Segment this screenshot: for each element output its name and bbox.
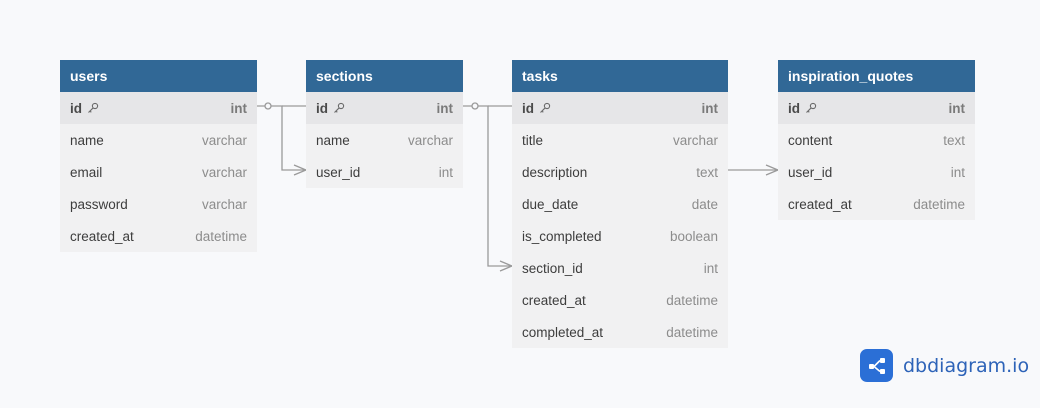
field-type: varchar	[672, 132, 718, 148]
field-name: user_id	[788, 164, 833, 180]
field-type: varchar	[201, 132, 247, 148]
field-type: int	[230, 100, 248, 116]
field-row-quotes-content[interactable]: content text	[778, 124, 975, 156]
brand-watermark[interactable]: dbdiagram.io	[860, 349, 1029, 382]
field-name: created_at	[788, 196, 852, 212]
field-name: content	[788, 132, 833, 148]
table-users[interactable]: users id int name varchar email varchar …	[60, 60, 257, 252]
field-name: id	[522, 100, 534, 116]
field-row-tasks-description[interactable]: description text	[512, 156, 728, 188]
field-type: int	[436, 100, 454, 116]
field-name: completed_at	[522, 324, 604, 340]
field-type: text	[943, 132, 965, 148]
table-header-sections[interactable]: sections	[306, 60, 463, 92]
field-name: title	[522, 132, 544, 148]
field-row-tasks-is-completed[interactable]: is_completed boolean	[512, 220, 728, 252]
field-row-tasks-due-date[interactable]: due_date date	[512, 188, 728, 220]
field-row-users-email[interactable]: email varchar	[60, 156, 257, 188]
table-sections[interactable]: sections id int name varchar user_id int	[306, 60, 463, 188]
field-name: name	[70, 132, 104, 148]
field-name: name	[316, 132, 350, 148]
field-name: section_id	[522, 260, 583, 276]
share-nodes-icon	[860, 349, 893, 382]
field-row-users-created-at[interactable]: created_at datetime	[60, 220, 257, 252]
field-name: id	[316, 100, 328, 116]
table-inspiration-quotes[interactable]: inspiration_quotes id int content text u…	[778, 60, 975, 220]
field-name: id	[70, 100, 82, 116]
field-row-tasks-completed-at[interactable]: completed_at datetime	[512, 316, 728, 348]
relation-sections-tasks	[463, 105, 512, 267]
field-row-sections-id[interactable]: id int	[306, 92, 463, 124]
field-name: created_at	[522, 292, 586, 308]
field-name: is_completed	[522, 228, 602, 244]
field-type: datetime	[666, 324, 718, 340]
field-type: date	[691, 196, 718, 212]
field-row-sections-user-id[interactable]: user_id int	[306, 156, 463, 188]
field-type: varchar	[407, 132, 453, 148]
key-icon	[539, 102, 551, 114]
field-type: int	[950, 164, 965, 180]
field-type: datetime	[666, 292, 718, 308]
table-header-users[interactable]: users	[60, 60, 257, 92]
field-name: id	[788, 100, 800, 116]
field-type: varchar	[201, 164, 247, 180]
table-header-tasks[interactable]: tasks	[512, 60, 728, 92]
field-row-users-name[interactable]: name varchar	[60, 124, 257, 156]
field-name: password	[70, 196, 128, 212]
brand-name: dbdiagram.io	[903, 354, 1030, 377]
field-type: varchar	[201, 196, 247, 212]
key-icon	[87, 102, 99, 114]
field-type: int	[948, 100, 966, 116]
field-row-quotes-id[interactable]: id int	[778, 92, 975, 124]
diagram-canvas[interactable]: users id int name varchar email varchar …	[0, 0, 1040, 408]
field-row-tasks-id[interactable]: id int	[512, 92, 728, 124]
table-tasks[interactable]: tasks id int title varchar description t…	[512, 60, 728, 348]
field-type: int	[438, 164, 453, 180]
field-row-sections-name[interactable]: name varchar	[306, 124, 463, 156]
field-row-tasks-section-id[interactable]: section_id int	[512, 252, 728, 284]
field-name: description	[522, 164, 588, 180]
field-name: due_date	[522, 196, 579, 212]
field-row-users-password[interactable]: password varchar	[60, 188, 257, 220]
field-type: datetime	[913, 196, 965, 212]
field-type: datetime	[195, 228, 247, 244]
table-header-inspiration-quotes[interactable]: inspiration_quotes	[778, 60, 975, 92]
field-name: created_at	[70, 228, 134, 244]
field-type: int	[703, 260, 718, 276]
field-row-tasks-created-at[interactable]: created_at datetime	[512, 284, 728, 316]
field-row-tasks-title[interactable]: title varchar	[512, 124, 728, 156]
key-icon	[805, 102, 817, 114]
relation-users-sections	[257, 105, 306, 171]
key-icon	[333, 102, 345, 114]
field-name: email	[70, 164, 103, 180]
field-row-quotes-user-id[interactable]: user_id int	[778, 156, 975, 188]
field-row-users-id[interactable]: id int	[60, 92, 257, 124]
field-row-quotes-created-at[interactable]: created_at datetime	[778, 188, 975, 220]
field-type: int	[701, 100, 719, 116]
field-name: user_id	[316, 164, 361, 180]
field-type: boolean	[669, 228, 718, 244]
field-type: text	[696, 164, 718, 180]
